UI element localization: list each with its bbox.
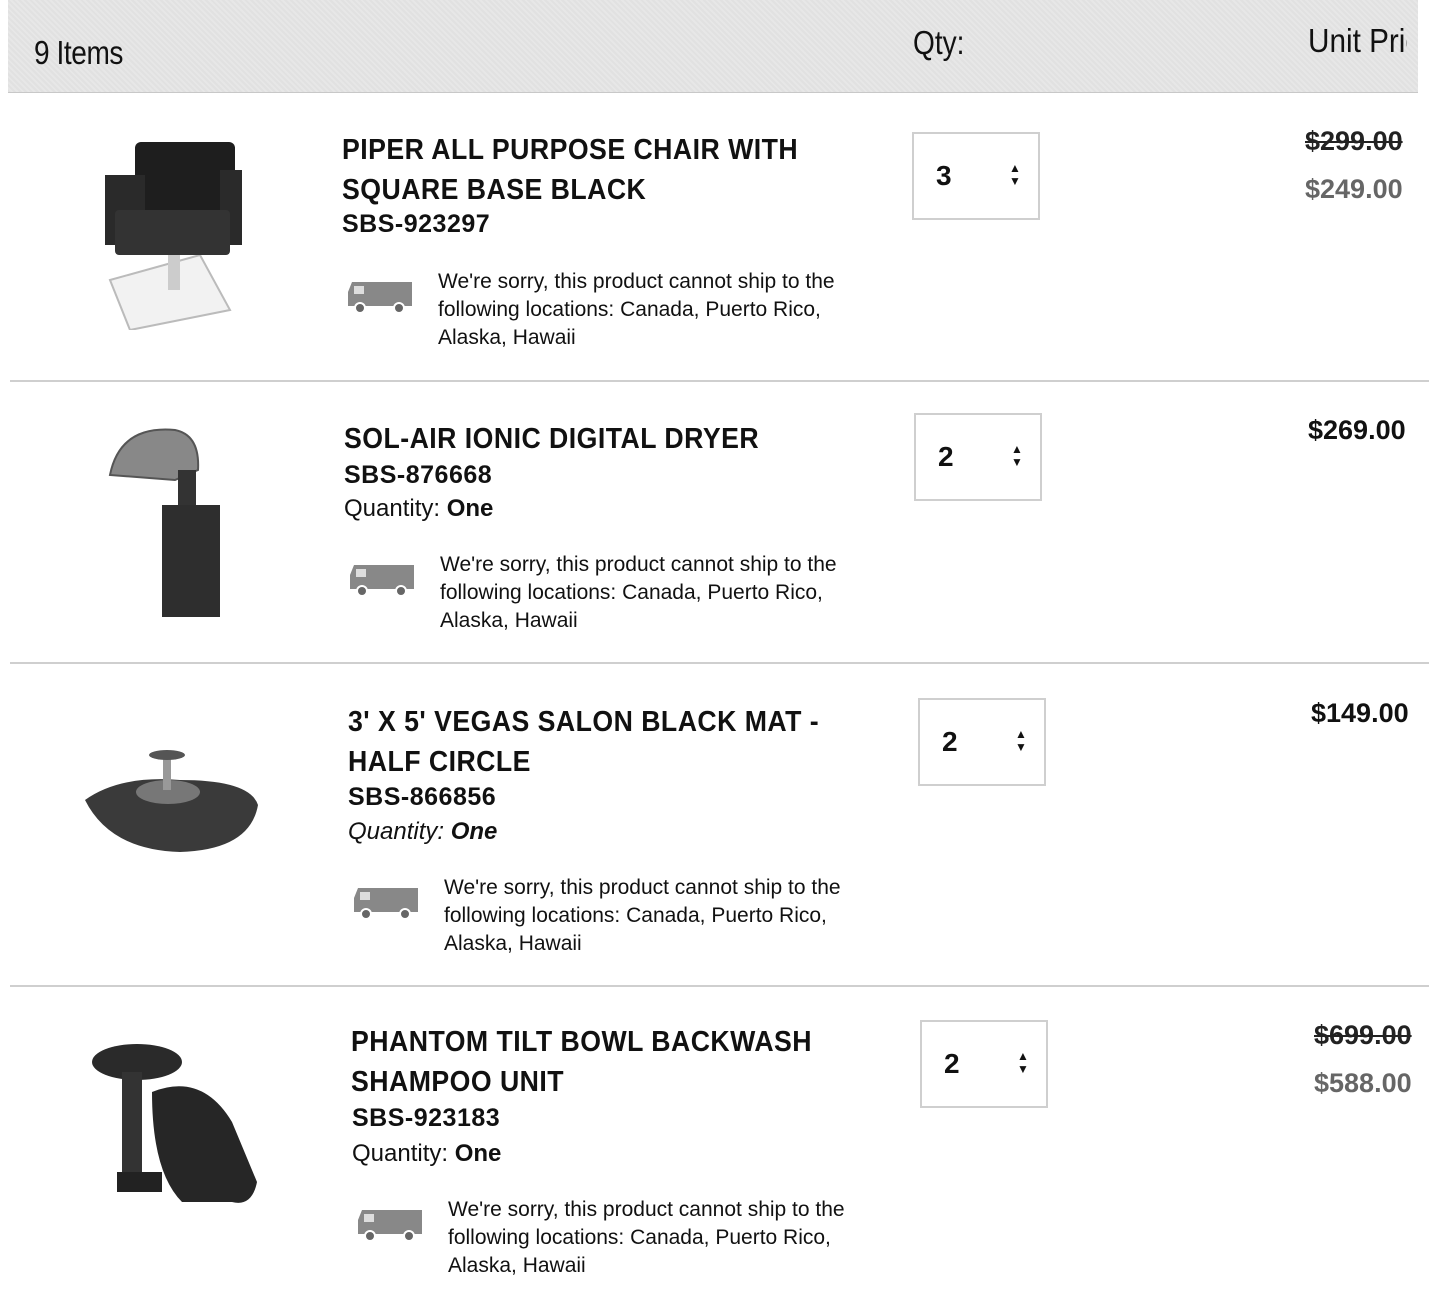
cart-item: PHANTOM TILT BOWL BACKWASH SHAMPOO UNIT …	[0, 1002, 1437, 1292]
quantity-value: 2	[944, 1048, 960, 1079]
cart-item: 3' X 5' VEGAS SALON BLACK MAT - HALF CIR…	[0, 680, 1437, 970]
divider	[10, 380, 1429, 382]
backwash-unit-icon	[92, 1044, 257, 1203]
quantity-note-value: One	[454, 1140, 502, 1167]
product-sku: SBS-866856	[348, 783, 497, 811]
quantity-note: Quantity: One	[348, 818, 497, 846]
truck-icon	[354, 888, 418, 920]
quantity-note-value: One	[450, 818, 498, 845]
shipping-restriction: We're sorry, this product cannot ship to…	[354, 1196, 874, 1286]
divider	[10, 985, 1429, 987]
quantity-stepper[interactable]: 2 ▲ ▼	[914, 413, 1042, 501]
quantity-stepper[interactable]: 2 ▲ ▼	[920, 1020, 1048, 1108]
qty-column-header: Qty:	[913, 24, 965, 61]
spinner-arrows-icon[interactable]: ▲ ▼	[1016, 1050, 1030, 1076]
unit-price-column-header: Unit Pric	[1308, 22, 1407, 59]
divider	[10, 662, 1429, 664]
spinner-arrows-icon[interactable]: ▲ ▼	[1008, 162, 1022, 188]
quantity-stepper[interactable]: 2 ▲ ▼	[918, 698, 1046, 786]
shipping-restriction: We're sorry, this product cannot ship to…	[350, 874, 870, 964]
quantity-value: 2	[942, 726, 958, 757]
product-name[interactable]: PIPER ALL PURPOSE CHAIR WITH SQUARE BASE…	[342, 130, 820, 210]
item-count: 9 Items	[34, 34, 123, 71]
shipping-message: We're sorry, this product cannot ship to…	[444, 876, 841, 955]
spinner-arrows-icon[interactable]: ▲ ▼	[1010, 443, 1024, 469]
cart-item: SOL-AIR IONIC DIGITAL DRYER SBS-876668 Q…	[0, 395, 1437, 685]
product-sku: SBS-876668	[344, 461, 493, 489]
spinner-arrows-icon[interactable]: ▲ ▼	[1014, 728, 1028, 754]
salon-chair-icon	[105, 142, 242, 330]
shipping-restriction: We're sorry, this product cannot ship to…	[344, 268, 864, 358]
cart-header: 9 Items Qty: Unit Pric	[8, 0, 1418, 93]
truck-icon	[348, 282, 412, 314]
quantity-note: Quantity: One	[344, 495, 493, 523]
cart-item: PIPER ALL PURPOSE CHAIR WITH SQUARE BASE…	[0, 110, 1437, 400]
product-name[interactable]: 3' X 5' VEGAS SALON BLACK MAT - HALF CIR…	[348, 702, 826, 782]
product-sku: SBS-923297	[342, 210, 491, 238]
floor-mat-icon	[85, 750, 258, 852]
shipping-message: We're sorry, this product cannot ship to…	[440, 553, 837, 632]
shipping-restriction: We're sorry, this product cannot ship to…	[346, 551, 866, 641]
sale-price: $249.00	[1305, 174, 1403, 204]
hood-dryer-icon	[108, 428, 220, 617]
truck-icon	[358, 1210, 422, 1242]
quantity-value: 3	[936, 160, 952, 191]
quantity-note-value: One	[446, 495, 494, 522]
product-sku: SBS-923183	[352, 1104, 501, 1132]
quantity-note: Quantity: One	[352, 1140, 501, 1168]
quantity-value: 2	[938, 441, 954, 472]
shipping-message: We're sorry, this product cannot ship to…	[448, 1198, 845, 1277]
product-name[interactable]: SOL-AIR IONIC DIGITAL DRYER	[344, 419, 822, 459]
quantity-label: Quantity:	[352, 1140, 455, 1167]
quantity-label: Quantity:	[348, 818, 451, 845]
sale-price: $588.00	[1314, 1068, 1412, 1098]
quantity-stepper[interactable]: 3 ▲ ▼	[912, 132, 1040, 220]
unit-price: $269.00	[1308, 415, 1406, 445]
shipping-message: We're sorry, this product cannot ship to…	[438, 270, 835, 349]
quantity-label: Quantity:	[344, 495, 447, 522]
product-name[interactable]: PHANTOM TILT BOWL BACKWASH SHAMPOO UNIT	[351, 1022, 829, 1102]
unit-price: $149.00	[1311, 698, 1409, 728]
original-price: $699.00	[1314, 1020, 1412, 1050]
original-price: $299.00	[1305, 126, 1403, 156]
truck-icon	[350, 565, 414, 597]
